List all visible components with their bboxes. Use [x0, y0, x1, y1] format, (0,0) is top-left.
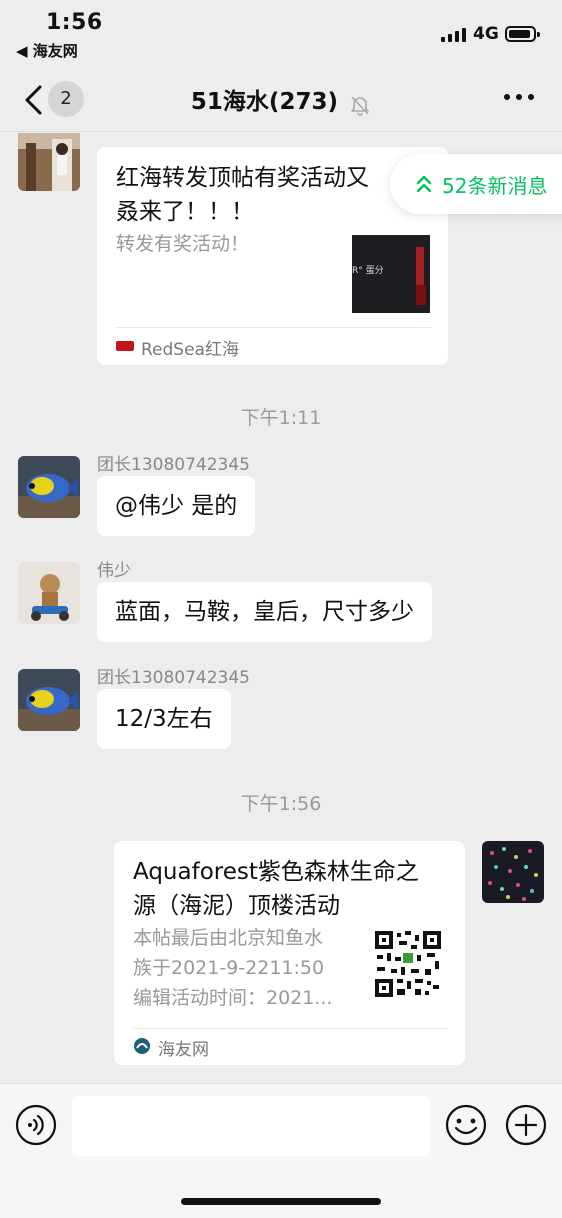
link-card-source: RedSea红海 — [141, 340, 239, 360]
avatar[interactable] — [18, 562, 80, 624]
link-card-title: Aquaforest紫色森林生命之 源（海泥）顶楼活动 — [133, 859, 419, 919]
home-indicator[interactable] — [181, 1198, 381, 1205]
more-options-icon[interactable] — [504, 94, 534, 102]
link-card[interactable]: Aquaforest紫色森林生命之 源（海泥）顶楼活动 本帖最后由北京知鱼水 族… — [114, 841, 465, 1065]
time-divider: 下午1:11 — [240, 407, 322, 429]
back-to-app-link[interactable]: ◀ 海友网 — [16, 40, 78, 61]
message-bubble[interactable]: 蓝面，马鞍，皇后，尺寸多少 — [97, 582, 432, 642]
message-bubble[interactable]: 12/3左右 — [97, 689, 231, 749]
input-bar — [0, 1083, 562, 1218]
emoji-icon[interactable] — [445, 1104, 487, 1146]
link-card-desc: 转发有奖活动！ — [116, 233, 250, 255]
chat-title: 51海水(273) — [190, 89, 338, 115]
avatar[interactable] — [18, 456, 80, 518]
link-card-source: 海友网 — [158, 1040, 209, 1060]
redsea-logo-icon — [116, 341, 134, 351]
new-messages-button[interactable]: 52条新消息 — [390, 154, 562, 214]
new-messages-label: 52条新消息 — [442, 174, 548, 198]
haiyou-logo-icon — [134, 1038, 150, 1054]
voice-input-icon[interactable] — [15, 1104, 57, 1146]
divider — [116, 327, 431, 328]
qr-code-thumbnail — [373, 929, 443, 999]
double-chevron-up-icon — [416, 175, 432, 193]
sender-name: 团长13080742345 — [97, 455, 250, 475]
chat-title-area: 51海水(273) — [0, 82, 562, 116]
avatar[interactable] — [18, 669, 80, 731]
chat-messages[interactable]: 红海转发顶帖有奖活动又 叒来了！！！ 转发有奖活动！ R° 蛋分 RedSea红… — [0, 133, 562, 1083]
battery-icon — [505, 26, 540, 42]
mute-bell-icon — [351, 95, 369, 116]
time-divider: 下午1:56 — [240, 793, 322, 815]
avatar[interactable] — [18, 133, 80, 191]
chat-header: 2 51海水(273) — [0, 70, 562, 132]
sender-name: 团长13080742345 — [97, 668, 250, 688]
link-card-thumbnail: R° 蛋分 — [352, 235, 430, 313]
network-type: 4G — [473, 24, 499, 44]
thumbnail-text: R° 蛋分 — [352, 266, 384, 276]
message-bubble[interactable]: @伟少 是的 — [97, 476, 256, 536]
divider — [133, 1028, 448, 1029]
status-time: 1:56 — [46, 10, 103, 35]
link-card-desc: 本帖最后由北京知鱼水 族于2021-9-2211:50 编辑活动时间：2021.… — [133, 927, 333, 1009]
cellular-signal-icon — [441, 28, 467, 42]
message-input[interactable] — [72, 1096, 430, 1156]
sender-name: 伟少 — [97, 561, 131, 581]
status-bar: 1:56 ◀ 海友网 4G — [0, 0, 562, 66]
my-avatar[interactable] — [482, 841, 544, 903]
plus-icon[interactable] — [505, 1104, 547, 1146]
link-card-title: 红海转发顶帖有奖活动又 叒来了！！！ — [116, 165, 369, 225]
